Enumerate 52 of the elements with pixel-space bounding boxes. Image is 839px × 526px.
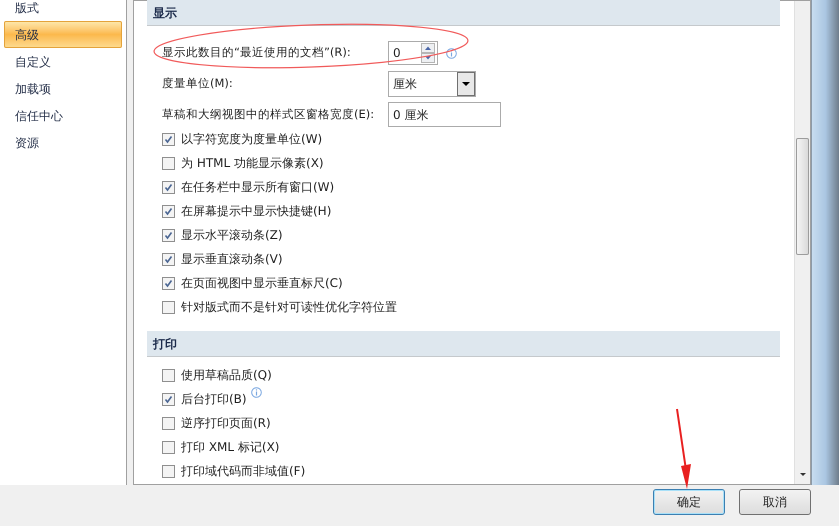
scrollbar[interactable] (794, 1, 810, 484)
option-label: 为 HTML 功能显示像素(X) (181, 155, 324, 172)
checkbox[interactable] (162, 300, 175, 314)
sidebar-item[interactable]: 高级 (4, 21, 122, 48)
check-icon (164, 182, 173, 192)
checkbox[interactable] (162, 368, 175, 382)
section-header: 显示 (147, 0, 780, 26)
checkbox[interactable] (162, 416, 175, 430)
option-label: 打印 XML 标记(X) (181, 439, 280, 456)
dialog-button[interactable]: 取消 (739, 489, 811, 515)
option-label: 显示此数目的“最近使用的文档”(R): (162, 44, 352, 62)
check-icon (164, 254, 173, 264)
option-label: 在屏幕提示中显示快捷键(H) (181, 203, 332, 220)
checkbox[interactable] (162, 132, 175, 146)
sidebar-item[interactable]: 自定义 (4, 48, 122, 75)
check-icon (164, 278, 173, 288)
check-icon (164, 206, 173, 216)
check-icon (164, 394, 173, 404)
spin-arrows-icon[interactable] (421, 43, 435, 63)
checkbox[interactable] (162, 392, 175, 406)
option-label: 打印域代码而非域值(F) (181, 463, 306, 480)
sidebar-item[interactable]: 版式 (4, 0, 122, 21)
checkbox[interactable] (162, 180, 175, 194)
checkbox[interactable] (162, 464, 175, 478)
check-icon (164, 134, 173, 144)
option-label: 草稿和大纲视图中的样式区窗格宽度(E): (162, 106, 376, 123)
check-icon (164, 230, 173, 240)
number-field[interactable]: 0 (388, 41, 438, 65)
checkbox[interactable] (162, 228, 175, 242)
checkbox[interactable] (162, 156, 175, 170)
dialog-button[interactable]: 确定 (653, 489, 725, 515)
option-label: 后台打印(B) (181, 391, 247, 408)
sidebar-item[interactable]: 资源 (4, 129, 122, 156)
checkbox[interactable] (162, 440, 175, 454)
scrollbar-thumb[interactable] (796, 138, 809, 255)
sidebar-item[interactable]: 信任中心 (4, 102, 122, 129)
section-header: 打印 (147, 331, 780, 357)
option-label: 显示垂直滚动条(V) (181, 251, 283, 268)
checkbox[interactable] (162, 252, 175, 266)
width-field[interactable]: 0 厘米 (388, 102, 501, 127)
checkbox[interactable] (162, 204, 175, 218)
option-label: 使用草稿品质(Q) (181, 367, 272, 384)
option-label: 针对版式而不是针对可读性优化字符位置 (181, 299, 397, 316)
sidebar-item[interactable]: 加载项 (4, 75, 122, 102)
unit-dropdown[interactable]: 厘米 (388, 71, 476, 97)
option-label: 在页面视图中显示垂直标尺(C) (181, 275, 343, 292)
option-label: 逆序打印页面(R) (181, 415, 271, 432)
checkbox[interactable] (162, 276, 175, 290)
option-label: 在任务栏中显示所有窗口(W) (181, 179, 334, 196)
option-label: 以字符宽度为度量单位(W) (181, 131, 322, 148)
option-label: 度量单位(M): (162, 75, 234, 92)
option-label: 显示水平滚动条(Z) (181, 227, 283, 244)
